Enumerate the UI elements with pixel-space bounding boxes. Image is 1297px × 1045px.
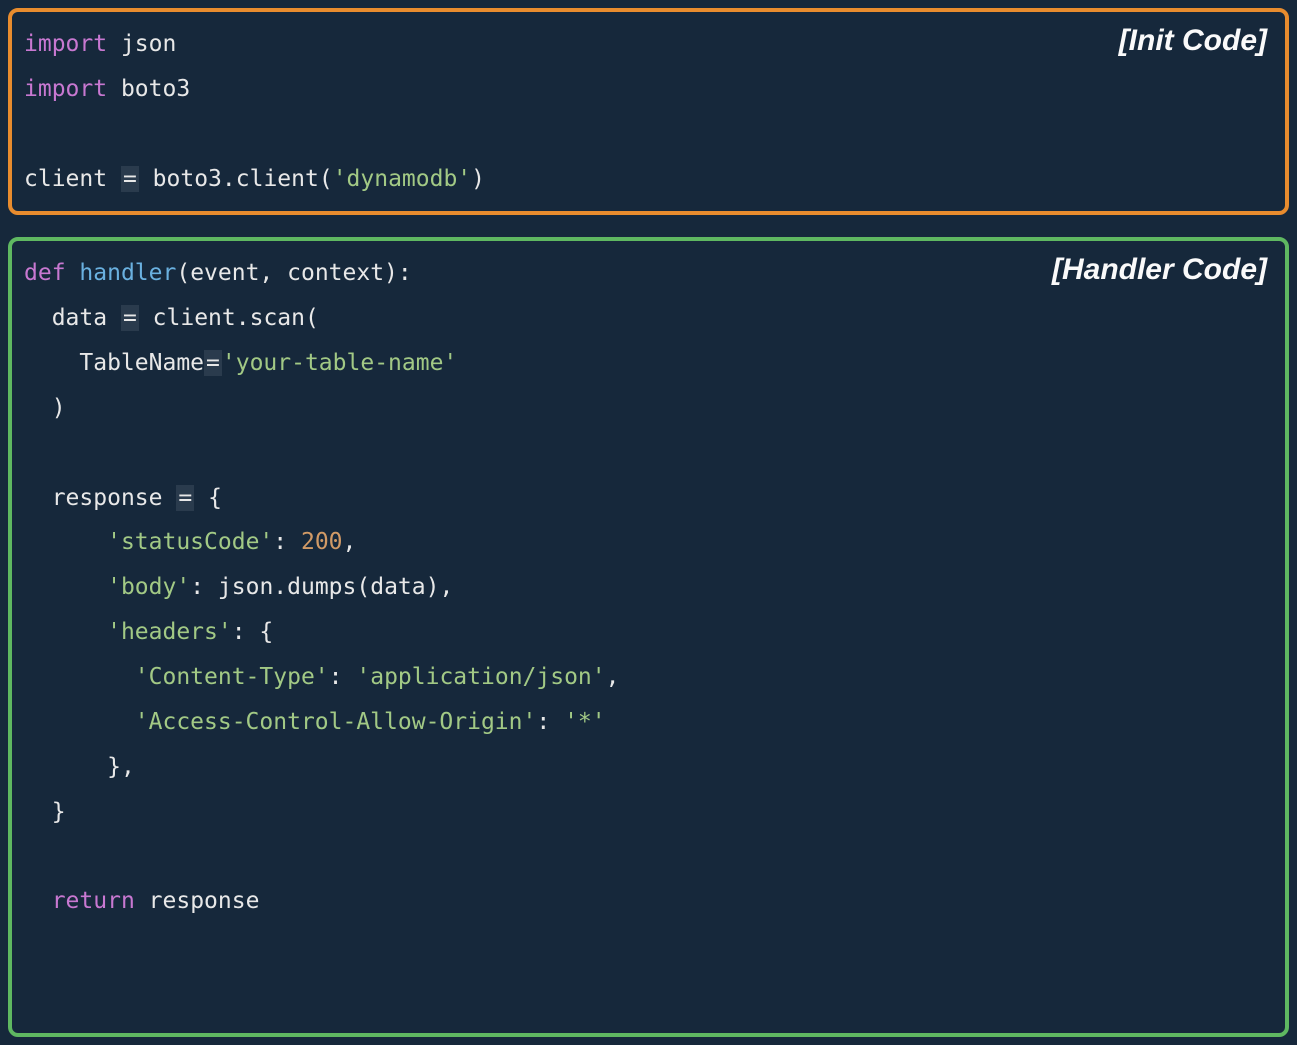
init-code-content: import json import boto3 client = boto3.… — [24, 22, 1273, 201]
handler-code-content: def handler(event, context): data = clie… — [24, 251, 1273, 924]
init-code-section: [Init Code] import json import boto3 cli… — [8, 8, 1289, 215]
handler-code-section: [Handler Code] def handler(event, contex… — [8, 237, 1289, 1037]
handler-code-label: [Handler Code] — [1052, 253, 1267, 287]
init-code-label: [Init Code] — [1119, 24, 1267, 58]
